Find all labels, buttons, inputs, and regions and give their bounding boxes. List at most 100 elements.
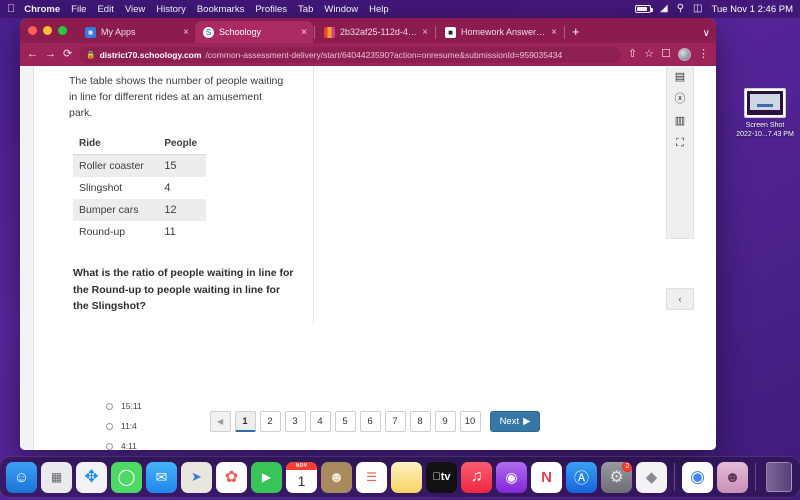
- macos-dock: ☺ ▦ ✥ ◯ ✉ ➤ ✿ ▶ NOV 1 ☻ ☰ tv ♫ ◉ N: [0, 456, 800, 498]
- wifi-icon[interactable]: ◢: [660, 4, 668, 14]
- maximize-window-button[interactable]: [58, 26, 67, 35]
- choice-label: 15:11: [121, 401, 142, 411]
- reload-button[interactable]: ⟳: [63, 49, 72, 60]
- tab-search-chevron-down-icon[interactable]: ∨: [703, 28, 710, 39]
- question-panel: The table shows the number of people wai…: [59, 66, 324, 314]
- roblox-icon: ◆: [645, 469, 658, 486]
- menu-item-view[interactable]: View: [125, 4, 145, 15]
- dock-app-google-chrome[interactable]: ◉: [682, 461, 713, 493]
- tab-separator: [314, 26, 315, 39]
- finder-icon: ☺: [13, 468, 30, 486]
- address-bar[interactable]: 🔒 district70.schoology.com /common-asses…: [79, 46, 622, 63]
- desktop-icon-screenshot[interactable]: Screen Shot 2022-10...7.43 PM: [732, 88, 798, 140]
- column-header-people: People: [154, 135, 206, 156]
- browser-tab-homework-answers[interactable]: ■ Homework Answers from Subje ×: [437, 21, 563, 43]
- menubar-clock[interactable]: Tue Nov 1 2:46 PM: [712, 4, 794, 15]
- dock-app-system-settings[interactable]: ⚙ 2: [601, 461, 632, 493]
- menu-item-chrome[interactable]: Chrome: [24, 4, 60, 15]
- profile-avatar[interactable]: [678, 48, 691, 61]
- collapse-rail-button[interactable]: ‹: [666, 288, 694, 310]
- desktop-icon-label-line2: 2022-10...7.43 PM: [736, 131, 794, 139]
- search-icon[interactable]: ⚲: [677, 4, 684, 14]
- radio-button-icon[interactable]: [106, 402, 113, 410]
- dock-app-mail[interactable]: ✉: [146, 461, 177, 493]
- close-window-button[interactable]: [28, 26, 37, 35]
- dock-app-finder[interactable]: ☺: [6, 461, 37, 493]
- star-icon[interactable]: ☆: [644, 49, 654, 60]
- tab-strip: ■ My Apps × S Schoology × 2b32af25-112d-…: [20, 18, 716, 43]
- pagination-page-10[interactable]: 10: [459, 411, 481, 432]
- tab-title: My Apps: [101, 27, 136, 37]
- dock-app-bomb-game[interactable]: ☻: [717, 461, 748, 493]
- close-tab-icon[interactable]: ×: [422, 27, 428, 38]
- dock-app-apple-tv[interactable]: tv: [426, 461, 457, 493]
- menu-item-profiles[interactable]: Profiles: [255, 4, 287, 15]
- pagination-page-7[interactable]: 7: [384, 411, 406, 432]
- music-note-icon: ♫: [470, 468, 483, 485]
- dock-app-facetime[interactable]: ▶: [251, 461, 282, 493]
- dock-app-music[interactable]: ♫: [461, 461, 492, 493]
- close-tab-icon[interactable]: ×: [301, 27, 307, 38]
- pagination-page-3[interactable]: 3: [284, 411, 306, 432]
- url-host: district70.schoology.com: [99, 49, 202, 60]
- menu-item-history[interactable]: History: [156, 4, 186, 15]
- pagination-page-5[interactable]: 5: [334, 411, 356, 432]
- dock-app-photos[interactable]: ✿: [216, 461, 247, 493]
- browser-toolbar: ← → ⟳ 🔒 district70.schoology.com /common…: [20, 43, 716, 66]
- question-list-icon[interactable]: ▤: [675, 72, 685, 83]
- menu-item-bookmarks[interactable]: Bookmarks: [197, 4, 245, 15]
- back-button[interactable]: ←: [27, 49, 38, 60]
- safari-compass-icon: ✥: [84, 467, 99, 486]
- apple-icon[interactable]: : [7, 3, 15, 15]
- dock-app-safari[interactable]: ✥: [76, 461, 107, 493]
- dock-app-reminders[interactable]: ☰: [356, 461, 387, 493]
- radio-button-icon[interactable]: [106, 442, 113, 450]
- minimize-window-button[interactable]: [43, 26, 52, 35]
- pagination-page-8[interactable]: 8: [409, 411, 431, 432]
- pagination-prev-button[interactable]: ◀: [209, 411, 231, 432]
- accessibility-icon[interactable]: ⓧ: [675, 94, 686, 105]
- side-panel-icon[interactable]: ☐: [661, 49, 671, 60]
- menu-item-help[interactable]: Help: [369, 4, 389, 15]
- close-tab-icon[interactable]: ×: [183, 27, 189, 38]
- dock-app-news[interactable]: N: [531, 461, 562, 493]
- close-tab-icon[interactable]: ×: [551, 27, 557, 38]
- dock-app-calendar[interactable]: NOV 1: [286, 461, 317, 493]
- battery-icon[interactable]: [635, 5, 654, 13]
- three-dot-menu-icon[interactable]: ⋮: [698, 49, 709, 60]
- new-tab-button[interactable]: +: [566, 24, 586, 43]
- menu-item-tab[interactable]: Tab: [298, 4, 313, 15]
- answer-choice-3[interactable]: 4:11: [106, 436, 142, 450]
- pagination-page-4[interactable]: 4: [309, 411, 331, 432]
- next-button[interactable]: Next ▶: [489, 411, 541, 432]
- pagination-page-9[interactable]: 9: [434, 411, 456, 432]
- browser-tab-my-apps[interactable]: ■ My Apps ×: [77, 21, 195, 43]
- browser-tab-pdf[interactable]: 2b32af25-112d-4eaf-b747-28 ×: [316, 21, 434, 43]
- assessment-body: The table shows the number of people wai…: [34, 66, 716, 450]
- gear-icon: ⚙: [609, 469, 624, 486]
- dock-app-launchpad[interactable]: ▦: [41, 461, 72, 493]
- dock-app-notes[interactable]: [391, 461, 422, 493]
- menu-item-window[interactable]: Window: [324, 4, 358, 15]
- browser-tab-schoology[interactable]: S Schoology ×: [195, 21, 313, 43]
- menu-item-file[interactable]: File: [71, 4, 86, 15]
- forward-button[interactable]: →: [45, 49, 56, 60]
- screenshot-file-icon: [744, 88, 786, 118]
- dock-app-roblox[interactable]: ◆: [636, 461, 667, 493]
- dock-app-app-store[interactable]: Ⓐ: [566, 461, 597, 493]
- menu-item-edit[interactable]: Edit: [97, 4, 113, 15]
- share-icon[interactable]: ⇧: [628, 49, 637, 60]
- dock-app-podcasts[interactable]: ◉: [496, 461, 527, 493]
- pagination-page-2[interactable]: 2: [259, 411, 281, 432]
- table-row: Round-up 11: [73, 221, 206, 243]
- dock-app-maps[interactable]: ➤: [181, 461, 212, 493]
- fullscreen-icon[interactable]: ⛶: [676, 138, 684, 149]
- dock-app-messages[interactable]: ◯: [111, 461, 142, 493]
- pagination-page-1[interactable]: 1: [234, 411, 256, 432]
- dock-app-contacts[interactable]: ☻: [321, 461, 352, 493]
- dock-trash[interactable]: [763, 462, 794, 493]
- control-center-icon[interactable]: ◫: [693, 4, 702, 14]
- pagination-page-6[interactable]: 6: [359, 411, 381, 432]
- screenshot-thumbnail-preview: [747, 91, 783, 115]
- calculator-icon[interactable]: ▥: [675, 116, 685, 127]
